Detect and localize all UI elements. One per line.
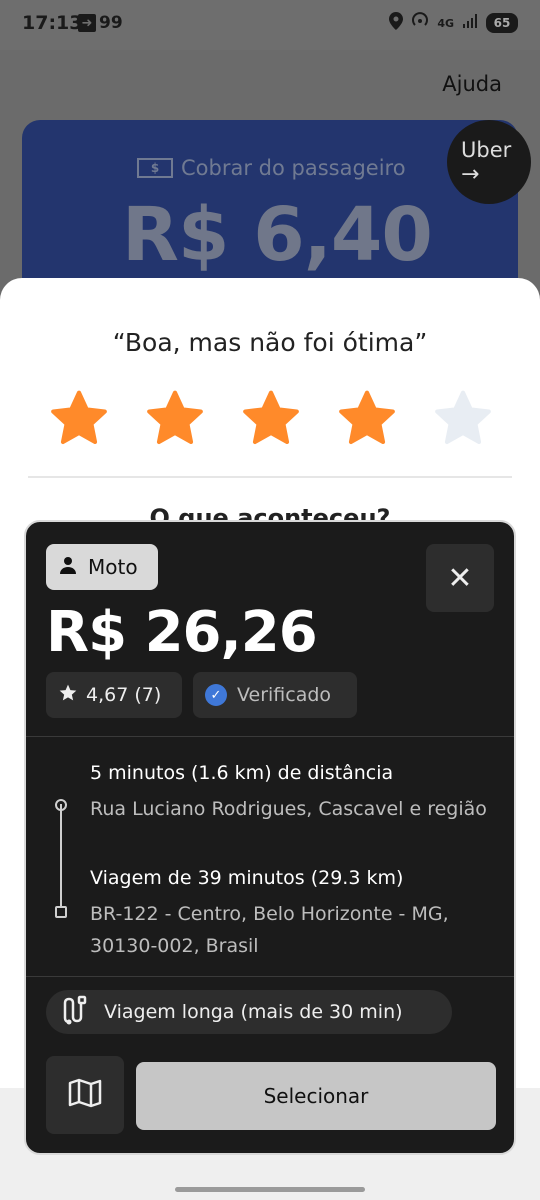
hotspot-icon: [411, 12, 429, 34]
signal-icon: [462, 13, 478, 33]
pickup-address: Rua Luciano Rodrigues, Cascavel e região: [90, 798, 487, 820]
fare-amount: R$ 6,40: [122, 192, 433, 278]
close-button[interactable]: ✕: [426, 544, 494, 612]
status-icons: 4G 65: [389, 12, 518, 34]
vehicle-type-chip: Moto: [46, 544, 158, 590]
rider-rating-chip: 4,67 (7): [46, 672, 182, 718]
long-trip-chip: Viagem longa (mais de 30 min): [46, 990, 452, 1034]
battery-icon: 65: [486, 13, 518, 33]
ride-offer-card: Moto ✕ R$ 26,26 4,67 (7) ✓ Verificado 5 …: [24, 520, 516, 1155]
verified-label: Verificado: [237, 684, 332, 706]
trip-duration: Viagem de 39 minutos (29.3 km): [90, 867, 404, 889]
divider: [26, 736, 514, 737]
status-bar: 17:13 ➜ 99 4G 65: [0, 0, 540, 50]
star-icon[interactable]: [144, 388, 206, 450]
help-link[interactable]: Ajuda: [442, 72, 502, 96]
star-icon[interactable]: [48, 388, 110, 450]
star-icon[interactable]: [336, 388, 398, 450]
divider: [28, 476, 512, 478]
offer-price: R$ 26,26: [46, 600, 318, 665]
location-icon: [389, 12, 404, 34]
star-icon: [58, 683, 78, 708]
close-icon: ✕: [447, 560, 473, 596]
network-type-label: 4G: [437, 16, 454, 30]
select-button[interactable]: Selecionar: [136, 1062, 496, 1130]
arrow-right-icon: →: [461, 162, 480, 187]
fare-card: $ Cobrar do passageiro R$ 6,40: [22, 120, 518, 300]
rider-rating-value: 4,67 (7): [86, 684, 162, 706]
dropoff-marker-icon: [55, 906, 67, 918]
rating-title: “Boa, mas não foi ótima”: [112, 328, 428, 357]
divider: [26, 976, 514, 977]
app-badge-99: 99: [99, 13, 123, 33]
home-indicator[interactable]: [175, 1187, 365, 1192]
star-icon[interactable]: [240, 388, 302, 450]
money-icon: $: [137, 158, 173, 178]
fare-label-text: Cobrar do passageiro: [181, 156, 406, 180]
route-line: [60, 804, 62, 912]
verified-badge-icon: ✓: [205, 684, 227, 706]
uber-floating-button[interactable]: Uber →: [447, 120, 531, 204]
long-trip-label: Viagem longa (mais de 30 min): [104, 1001, 403, 1023]
navigation-arrow-icon: ➜: [78, 14, 96, 32]
star-rating: [48, 388, 494, 450]
navigation-notification: ➜ 99: [78, 13, 123, 33]
map-icon: [68, 1078, 102, 1112]
person-icon: [58, 555, 78, 580]
map-button[interactable]: [46, 1056, 124, 1134]
pickup-eta: 5 minutos (1.6 km) de distância: [90, 762, 394, 784]
fare-label: $ Cobrar do passageiro: [137, 156, 406, 180]
route-icon: [62, 995, 92, 1030]
uber-button-label: Uber: [461, 138, 512, 162]
star-icon[interactable]: [432, 388, 494, 450]
status-time: 17:13: [22, 12, 83, 34]
dropoff-address: BR-122 - Centro, Belo Horizonte - MG, 30…: [90, 903, 449, 957]
vehicle-type-label: Moto: [88, 555, 138, 579]
verified-chip: ✓ Verificado: [193, 672, 357, 718]
